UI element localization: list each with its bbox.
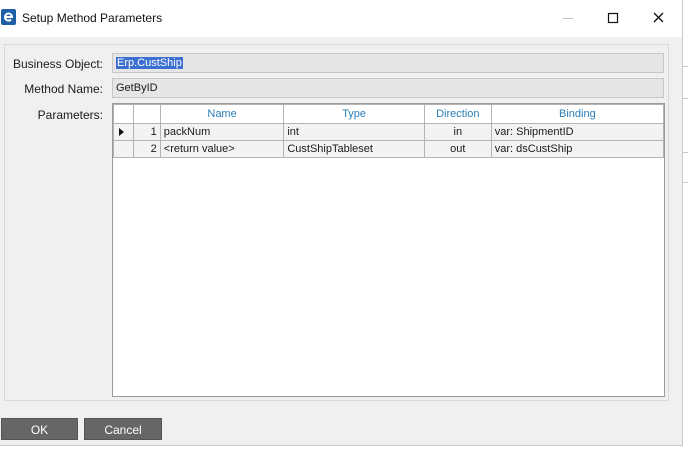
setup-method-parameters-dialog: Setup Method Parameters Business Object:… [0, 0, 683, 446]
method-name-label: Method Name: [24, 82, 103, 96]
column-header-direction[interactable]: Direction [423, 104, 492, 124]
window-title: Setup Method Parameters [22, 11, 163, 25]
row-index: 1 [132, 123, 161, 141]
method-name-field[interactable]: GetByID [112, 78, 664, 98]
table-row[interactable]: 1 packNum int in var: ShipmentID [113, 123, 665, 141]
column-header-binding[interactable]: Binding [490, 104, 665, 124]
row-selector[interactable] [113, 123, 134, 141]
table-row[interactable]: 2 <return value> CustShipTableset out va… [113, 140, 665, 158]
maximize-button[interactable] [590, 0, 636, 37]
title-bar[interactable]: Setup Method Parameters [0, 0, 682, 37]
cell-name[interactable]: <return value> [159, 140, 285, 158]
parameters-label: Parameters: [37, 108, 103, 122]
column-header-name[interactable]: Name [159, 104, 285, 124]
close-button[interactable] [636, 0, 682, 37]
cell-direction[interactable]: in [423, 123, 492, 141]
background-divider [683, 182, 688, 183]
minimize-icon [563, 18, 573, 19]
current-row-arrow-icon [119, 128, 124, 136]
epicor-e-icon [1, 9, 16, 25]
cell-direction[interactable]: out [423, 140, 492, 158]
cell-type[interactable]: int [283, 123, 425, 141]
close-icon [653, 12, 664, 23]
column-header-type[interactable]: Type [283, 104, 425, 124]
background-window-edge [683, 0, 688, 452]
row-selector-header [113, 104, 134, 124]
minimize-button[interactable] [544, 0, 590, 37]
row-index: 2 [132, 140, 161, 158]
parameters-grid[interactable]: Name Type Direction Binding 1 packNum in… [112, 103, 665, 397]
parameters-table: Name Type Direction Binding 1 packNum in… [113, 104, 665, 158]
business-object-label: Business Object: [12, 57, 103, 71]
method-name-value: GetByID [116, 82, 158, 94]
row-selector[interactable] [113, 140, 134, 158]
cell-binding[interactable]: var: ShipmentID [490, 123, 665, 141]
business-object-field[interactable]: Erp.CustShip [112, 53, 664, 73]
background-divider [683, 98, 688, 99]
background-divider [683, 66, 688, 67]
cell-name[interactable]: packNum [159, 123, 285, 141]
background-divider [683, 152, 688, 153]
row-number-header [132, 104, 161, 124]
cell-binding[interactable]: var: dsCustShip [490, 140, 665, 158]
ok-button[interactable]: OK [1, 418, 78, 440]
maximize-icon [607, 12, 619, 24]
cell-type[interactable]: CustShipTableset [283, 140, 425, 158]
business-object-value: Erp.CustShip [116, 57, 183, 69]
grid-header-row: Name Type Direction Binding [113, 104, 665, 124]
cancel-button[interactable]: Cancel [84, 418, 162, 440]
